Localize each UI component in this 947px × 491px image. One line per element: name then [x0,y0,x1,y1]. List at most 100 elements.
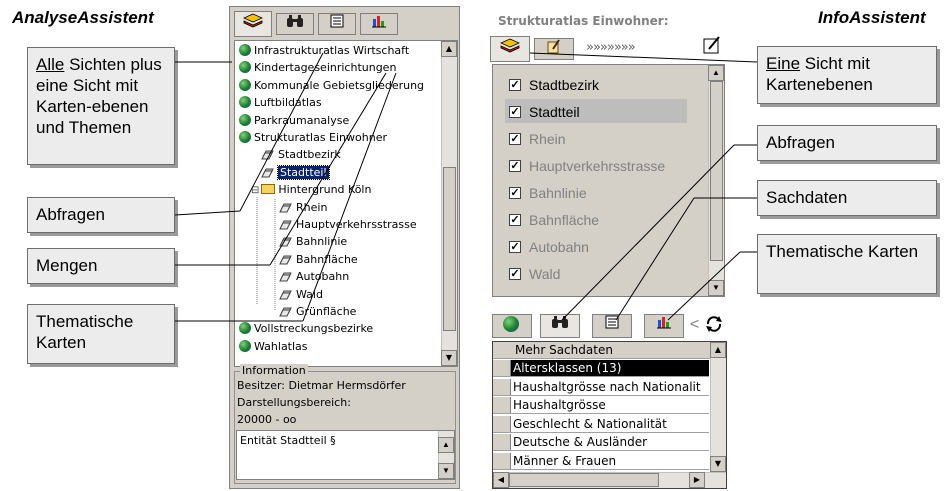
tree-item[interactable]: Stadtbezirk [261,147,341,163]
grid-scroll-right[interactable]: ▶ [689,472,705,488]
tree-item[interactable]: Bahnlinie [279,234,347,250]
tree-item[interactable]: Luftbildatlas [239,95,322,111]
layer-label[interactable]: Stadtteil [529,102,580,122]
grid-scrollbar-h[interactable]: ◀ ▶ [493,472,726,488]
layer-scroll-down[interactable]: ▼ [708,280,724,296]
globe-icon [239,322,251,335]
grid-row[interactable]: Geschlecht & Nationalität [493,415,709,433]
analyse-panel: Infrastrukturatlas Wirtschaft Kindertages… [229,6,460,489]
row-header[interactable] [493,434,511,450]
layer-checkbox[interactable]: ✓ [509,187,521,199]
grid-cell: Männer & Frauen [513,453,617,468]
tree-item-label: Bahnfläche [296,252,358,266]
grid-row[interactable]: Männer & Frauen [493,452,709,470]
right-tab-facts[interactable] [592,314,632,338]
tree-item-label: Parkraumanalyse [254,113,350,127]
layer-checkbox[interactable]: ✓ [509,160,521,172]
layer-scroll-thumb[interactable] [710,81,723,261]
layer-label[interactable]: Bahnfläche [529,210,599,230]
row-header[interactable] [493,452,511,469]
edit-icon[interactable] [702,36,722,61]
row-header[interactable] [493,415,511,432]
tree-item[interactable]: Kommunale Gebietsgliederung [239,78,424,94]
tree-item[interactable]: Rhein [279,200,327,216]
tree-item[interactable]: Kindertageseinrichtungen [239,60,396,76]
tab-scroll-left-icon[interactable]: < [690,316,699,334]
row-header[interactable] [493,378,511,395]
tree-item[interactable]: Infrastrukturatlas Wirtschaft [239,43,409,59]
layer-scroll-up[interactable]: ▲ [708,65,724,81]
right-tab-views[interactable] [492,314,532,338]
tab-facts[interactable] [318,13,356,35]
grid-scrollbar-v[interactable]: ▲ ▼ [710,342,726,472]
layer-label[interactable]: Autobahn [529,237,589,257]
layer-checkbox[interactable]: ✓ [509,214,521,226]
tab-thematic[interactable] [360,13,398,35]
layer-checkbox[interactable]: ✓ [509,241,521,253]
tree-item[interactable]: Hauptverkehrsstrasse [279,217,417,233]
entity-scrollbar[interactable]: ▲ ▼ [438,431,454,479]
right-tab-thematic[interactable] [644,314,684,338]
scroll-up-button[interactable]: ▲ [441,41,457,57]
table-icon [330,14,344,28]
grid-scroll-up[interactable]: ▲ [710,342,726,358]
layers-icon [243,13,263,28]
layer-scrollbar[interactable]: ▲ ▼ [708,65,724,296]
row-header[interactable] [493,397,511,413]
layer-checkbox[interactable]: ✓ [509,106,521,118]
layer-checkbox[interactable]: ✓ [509,133,521,145]
callout-sets: Mengen [27,248,175,284]
right-tab-paint[interactable] [534,38,574,60]
entity-scroll-up[interactable]: ▲ [438,437,454,453]
refresh-icon[interactable] [704,314,724,339]
right-tab-queries[interactable] [540,314,580,338]
callout-queries-left: Abfragen [27,197,175,233]
tree-item[interactable]: Vollstreckungsbezirke [239,321,373,337]
tree-item[interactable]: Grünfläche [279,304,356,320]
grid-row[interactable]: Altersklassen (13) [493,360,709,377]
layer-icon [279,236,293,247]
tree-item[interactable]: Parkraumanalyse [239,113,349,129]
analyse-assistent-heading: AnalyseAssistent [12,8,154,27]
tree-item[interactable]: Strukturatlas Einwohner [239,130,387,146]
grid-row[interactable]: Haushaltgrösse [493,397,709,414]
layer-label[interactable]: Hauptverkehrsstrasse [529,156,665,176]
tree-scroll-thumb[interactable] [443,167,456,331]
grid-hscroll-thumb[interactable] [509,473,659,487]
tab-views[interactable] [234,11,272,37]
collapse-icon[interactable]: ⊟ [251,185,259,196]
tree-scrollbar[interactable]: ▲ ▼ [441,41,457,366]
grid-scroll-left[interactable]: ◀ [493,472,509,488]
entity-textbox[interactable]: Entität Stadtteil § ▲ ▼ [236,430,455,480]
right-tab-layers[interactable] [490,36,530,62]
right-panel-title: Strukturatlas Einwohner: [498,14,669,28]
tree-item[interactable]: Autobahn [279,269,349,285]
layers-icon [500,38,520,53]
layer-icon [279,219,293,230]
tree-item[interactable]: Wald [279,287,323,303]
entity-scroll-down[interactable]: ▼ [438,463,454,479]
layer-label[interactable]: Bahnlinie [529,183,587,203]
layer-label[interactable]: Wald [529,264,560,284]
tree-item-label: Hauptverkehrsstrasse [296,218,417,231]
grid-scroll-down[interactable]: ▼ [710,456,726,472]
layer-label[interactable]: Stadtbezirk [529,75,599,95]
tab-queries[interactable] [276,13,314,35]
scroll-down-button[interactable]: ▼ [441,350,457,366]
edit-pencil-icon [703,36,720,54]
paint-brush-icon [547,39,560,54]
tree-item[interactable]: ⊟ Hintergrund Köln [251,182,371,198]
bar-chart-icon [372,16,386,28]
grid-row[interactable]: Haushaltgrösse nach Nationalit [493,378,709,396]
tree-item[interactable]: Bahnfläche [279,252,358,268]
layer-nav-arrows[interactable]: »»»»»»» [586,40,636,55]
row-header[interactable] [493,360,511,376]
tree-item[interactable]: Stadtteil [261,164,330,181]
layer-label[interactable]: Rhein [529,129,566,149]
layer-checkbox[interactable]: ✓ [509,79,521,91]
grid-row[interactable]: Deutsche & Ausländer [493,434,709,451]
grid-header[interactable]: Mehr Sachdaten [515,342,613,358]
tree-item[interactable]: Wahlatlas [239,339,308,355]
layer-checkbox[interactable]: ✓ [509,268,521,280]
entity-text: Entität Stadtteil § [240,434,336,447]
